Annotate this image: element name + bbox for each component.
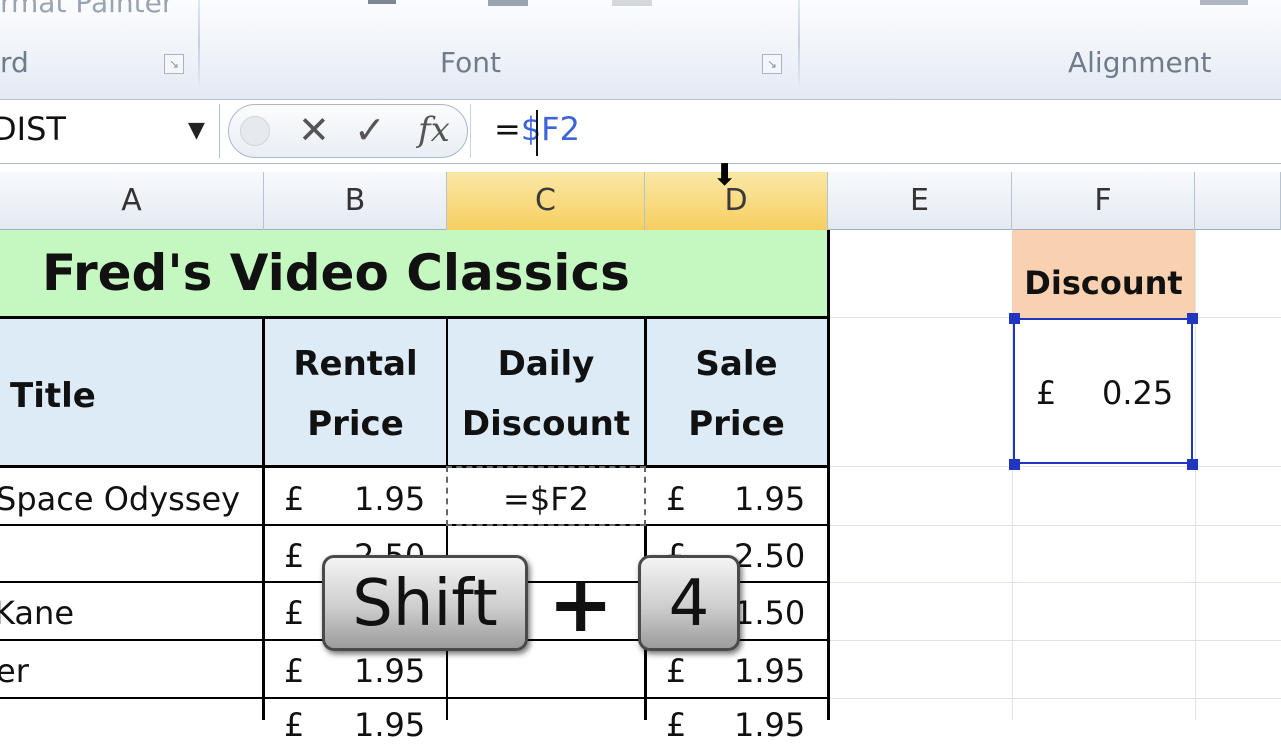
row2-sale-price[interactable]: 2.50 xyxy=(734,537,805,575)
ribbon-group-separator xyxy=(198,0,200,86)
column-header-e[interactable]: E xyxy=(828,172,1012,230)
plus-sign-overlay: + xyxy=(548,560,614,650)
column-header-g[interactable] xyxy=(1195,172,1281,230)
ribbon-group-separator xyxy=(798,0,800,86)
sheet-title: Fred's Video Classics xyxy=(42,244,630,302)
range-handle[interactable] xyxy=(1009,313,1020,324)
row1-sale-currency: £ xyxy=(666,480,687,518)
font-dialog-launcher-icon[interactable]: ↘ xyxy=(762,54,782,74)
column-select-cursor-icon: ⬇ xyxy=(712,158,738,193)
formula-input[interactable] xyxy=(470,104,1281,158)
row4-title[interactable]: er xyxy=(0,652,29,690)
column-header-b[interactable]: B xyxy=(264,172,447,230)
row1-title[interactable]: Space Odyssey xyxy=(0,480,240,518)
row5-rental-price[interactable]: 1.95 xyxy=(354,706,425,744)
insert-function-icon[interactable]: fx xyxy=(418,110,450,150)
ribbon-button-stub[interactable] xyxy=(368,0,396,4)
gridline xyxy=(828,640,1281,641)
row3-sale-price[interactable]: 1.50 xyxy=(734,594,805,632)
table-border xyxy=(446,316,448,468)
gridline xyxy=(828,582,1281,583)
name-box-dropdown-icon[interactable]: ▼ xyxy=(188,118,205,143)
gridline xyxy=(828,525,1281,526)
table-border xyxy=(0,316,830,319)
range-handle[interactable] xyxy=(1187,459,1198,470)
row3-title[interactable]: Kane xyxy=(0,594,74,632)
row5-sale-currency: £ xyxy=(666,706,687,744)
row5-rental-currency: £ xyxy=(284,706,305,744)
formula-bar-handle-icon[interactable] xyxy=(240,116,270,146)
row3-rental-currency: £ xyxy=(284,594,305,632)
row5-sale-price[interactable]: 1.95 xyxy=(734,706,805,744)
format-painter-button[interactable]: rmat Painter xyxy=(0,0,173,19)
formula-reference: $F2 xyxy=(520,110,580,148)
clipboard-dialog-launcher-icon[interactable]: ↘ xyxy=(164,54,184,74)
gridline xyxy=(828,698,1281,699)
row4-rental-currency: £ xyxy=(284,652,305,690)
table-border xyxy=(0,697,830,699)
row1-daily-discount[interactable]: =$F2 xyxy=(447,480,645,518)
header-title-text: Title xyxy=(10,376,96,416)
clipboard-group-label: rd xyxy=(0,46,29,79)
header-discount-text-1: Daily xyxy=(497,344,595,384)
row1-rental-price[interactable]: 1.95 xyxy=(354,480,425,518)
discount-currency: £ xyxy=(1036,374,1057,412)
formula-prefix: = xyxy=(494,110,521,148)
row1-sale-price[interactable]: 1.95 xyxy=(734,480,805,518)
cancel-icon[interactable]: ✕ xyxy=(298,108,330,152)
row4-sale-currency: £ xyxy=(666,652,687,690)
text-cursor xyxy=(536,110,538,156)
fill-button-stub[interactable] xyxy=(612,0,652,6)
alignment-group-label: Alignment xyxy=(1068,46,1212,79)
header-discount-text-2: Discount xyxy=(461,404,631,444)
table-border xyxy=(644,316,647,468)
name-box-value: DIST xyxy=(0,110,66,148)
gridline xyxy=(828,466,1281,467)
column-header-c[interactable]: C xyxy=(447,172,645,230)
range-handle[interactable] xyxy=(1187,313,1198,324)
alignment-button-stub[interactable] xyxy=(1200,0,1248,5)
row4-sale-price[interactable]: 1.95 xyxy=(734,652,805,690)
column-header-f[interactable]: F xyxy=(1012,172,1195,230)
column-header-a[interactable]: A xyxy=(0,172,264,230)
row1-rental-currency: £ xyxy=(284,480,305,518)
row4-rental-price[interactable]: 1.95 xyxy=(354,652,425,690)
font-group-label: Font xyxy=(440,46,501,79)
header-sale-text-1: Sale xyxy=(695,344,778,384)
gridline xyxy=(1195,230,1196,720)
header-rental-text-1: Rental xyxy=(293,344,418,384)
range-handle[interactable] xyxy=(1009,459,1020,470)
shift-key-overlay: Shift xyxy=(322,555,528,651)
discount-value: 0.25 xyxy=(1102,374,1174,412)
table-border xyxy=(262,316,265,720)
borders-button-stub[interactable] xyxy=(488,0,528,6)
header-rental-text-2: Price xyxy=(307,404,404,444)
table-border xyxy=(0,465,830,468)
enter-check-icon[interactable]: ✓ xyxy=(354,108,386,152)
table-border xyxy=(0,524,830,526)
table-border xyxy=(827,230,830,720)
header-sale-text-2: Price xyxy=(688,404,785,444)
discount-header-text: Discount xyxy=(1024,264,1183,302)
row2-rental-currency: £ xyxy=(284,537,305,575)
four-key-overlay: 4 xyxy=(638,555,740,651)
